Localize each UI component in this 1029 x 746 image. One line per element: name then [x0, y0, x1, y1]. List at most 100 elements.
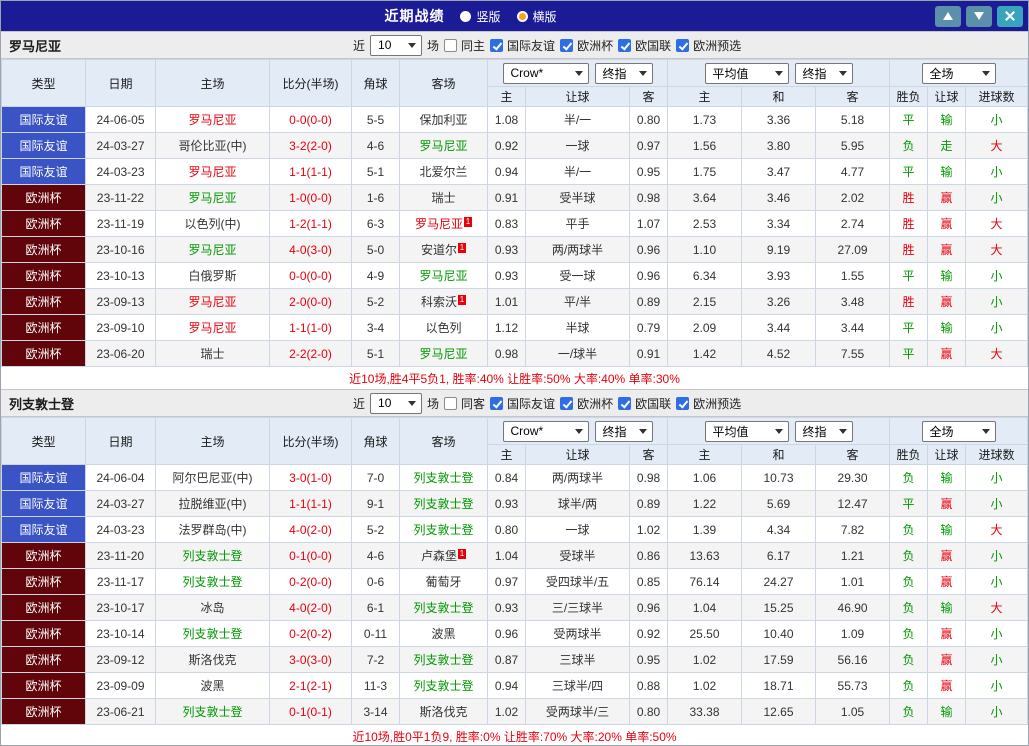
filter-qualifier-checkbox[interactable]: 欧洲预选: [676, 395, 741, 412]
score-cell: 4-0(3-0): [269, 236, 352, 263]
away-team-cell: 列支敦士登: [399, 594, 488, 621]
euro-away-odds-cell: 29.30: [815, 464, 891, 491]
date-cell: 23-10-16: [85, 236, 156, 263]
average-odds-select[interactable]: 平均值: [704, 420, 789, 442]
corners-cell: 3-14: [351, 698, 400, 725]
competition-cell: 欧洲杯: [1, 594, 86, 621]
score-cell: 3-0(3-0): [269, 646, 352, 673]
match-count-value: 10: [378, 38, 392, 52]
handicap-home-odds-cell: 0.84: [487, 464, 526, 491]
euro-home-odds-cell: 76.14: [667, 568, 743, 595]
red-card-badge: 1: [458, 243, 466, 253]
handicap-line-cell: 两/两球半: [525, 236, 630, 263]
chevron-down-icon: [774, 70, 783, 76]
euro-draw-odds-cell: 3.34: [741, 210, 817, 237]
match-count-select[interactable]: 10: [370, 34, 423, 56]
team-name: 葡萄牙: [425, 575, 462, 589]
home-team-cell: 瑞士: [155, 340, 270, 367]
competition-cell: 欧洲杯: [1, 210, 86, 237]
euro-home-odds-cell: 2.53: [667, 210, 743, 237]
score-cell: 0-1(0-1): [269, 698, 352, 725]
checkbox-label-text: 欧国联: [635, 38, 672, 53]
team-name: 列支敦士登: [182, 549, 243, 563]
goals-result-cell: 大: [965, 516, 1028, 543]
filter-qualifier-checkbox[interactable]: 欧洲预选: [676, 37, 741, 54]
scope-select[interactable]: 全场: [921, 420, 996, 442]
corners-cell: 5-2: [351, 516, 400, 543]
final-odds-select-2[interactable]: 终指: [794, 420, 853, 442]
goals-result-cell: 小: [965, 106, 1028, 133]
team-name: 北爱尔兰: [419, 165, 468, 179]
team-name: 科索沃: [420, 295, 457, 309]
team-name: 波黑: [431, 627, 456, 641]
euro-home-odds-cell: 1.22: [667, 490, 743, 517]
home-team-cell: 白俄罗斯: [155, 262, 270, 289]
handicap-line-cell: 三球半/四: [525, 672, 630, 699]
checkbox-label-text: 欧国联: [635, 396, 672, 411]
date-cell: 23-11-22: [85, 184, 156, 211]
competition-cell: 国际友谊: [1, 516, 86, 543]
filter-nationsleague-checkbox[interactable]: 欧国联: [618, 37, 671, 54]
layout-horizontal-radio[interactable]: 横版: [516, 8, 557, 25]
handicap-line-cell: 一球: [525, 132, 630, 159]
team-name: 列支敦士登: [413, 471, 474, 485]
corners-cell: 11-3: [351, 672, 400, 699]
handicap-line-cell: 三球半: [525, 646, 630, 673]
team-name: 罗马尼亚: [188, 295, 237, 309]
euro-draw-odds-cell: 6.17: [741, 542, 817, 569]
match-count-select[interactable]: 10: [370, 392, 423, 414]
final-odds-select[interactable]: 终指: [594, 420, 653, 442]
bookmaker-select-value: Crow*: [510, 424, 544, 438]
col-header-date: 日期: [85, 59, 156, 107]
score-cell: 0-2(0-0): [269, 568, 352, 595]
filter-eurocup-checkbox[interactable]: 欧洲杯: [560, 395, 613, 412]
sub-header-handicap-away: 客: [628, 86, 669, 107]
filter-eurocup-checkbox[interactable]: 欧洲杯: [560, 37, 613, 54]
euro-home-odds-cell: 2.09: [667, 314, 743, 341]
scope-select[interactable]: 全场: [921, 62, 996, 84]
bookmaker-select[interactable]: Crow*: [502, 62, 589, 84]
chevron-down-icon: [774, 428, 783, 434]
competition-cell: 欧洲杯: [1, 646, 86, 673]
euro-draw-odds-cell: 10.73: [741, 464, 817, 491]
sub-header-handicap-home: 主: [487, 444, 526, 465]
filter-friendly-checkbox[interactable]: 国际友谊: [490, 395, 555, 412]
bookmaker-select[interactable]: Crow*: [502, 420, 589, 442]
competition-cell: 国际友谊: [1, 464, 86, 491]
handicap-home-odds-cell: 0.93: [487, 236, 526, 263]
filter-nationsleague-checkbox[interactable]: 欧国联: [618, 395, 671, 412]
checkbox-icon: [444, 38, 458, 52]
match-row: 欧洲杯 23-06-20 瑞士 2-2(2-0) 5-1 罗马尼亚 0.98 一/球半 0.91…: [1, 340, 1028, 367]
away-team-cell: 波黑: [399, 620, 488, 647]
goals-result-cell: 小: [965, 542, 1028, 569]
filter-friendly-checkbox[interactable]: 国际友谊: [490, 37, 555, 54]
close-button[interactable]: [997, 5, 1023, 27]
result-cell: 平: [889, 490, 929, 517]
handicap-result-cell: 输: [927, 262, 967, 289]
handicap-away-odds-cell: 0.95: [628, 646, 669, 673]
chevron-down-icon: [981, 70, 990, 76]
home-team-cell: 罗马尼亚: [155, 106, 270, 133]
same-home-checkbox[interactable]: 同主: [444, 37, 485, 54]
competition-cell: 国际友谊: [1, 490, 86, 517]
final-odds-select-2[interactable]: 终指: [794, 62, 853, 84]
handicap-away-odds-cell: 0.89: [628, 490, 669, 517]
scroll-up-button[interactable]: [935, 5, 961, 27]
match-row: 欧洲杯 23-10-16 罗马尼亚 4-0(3-0) 5-0 安道尔 1 0.93 两/两球半 0…: [1, 236, 1028, 263]
team-name: 卢森堡: [420, 549, 457, 563]
average-odds-select[interactable]: 平均值: [704, 62, 789, 84]
away-team-cell: 斯洛伐克: [399, 698, 488, 725]
checkbox-checked-icon: [676, 38, 690, 52]
layout-vertical-radio[interactable]: 竖版: [460, 8, 501, 25]
section-header-team1: 罗马尼亚 近 10 场 同主 国际友谊 欧洲杯 欧国联 欧洲预选: [1, 31, 1028, 59]
handicap-away-odds-cell: 0.96: [628, 594, 669, 621]
same-away-checkbox[interactable]: 同客: [444, 395, 485, 412]
scroll-down-button[interactable]: [966, 5, 992, 27]
final-odds-select[interactable]: 终指: [594, 62, 653, 84]
handicap-away-odds-cell: 0.92: [628, 620, 669, 647]
handicap-away-odds-cell: 0.96: [628, 236, 669, 263]
handicap-home-odds-cell: 0.93: [487, 594, 526, 621]
corners-cell: 5-5: [351, 106, 400, 133]
handicap-line-cell: 一/球半: [525, 340, 630, 367]
checkbox-checked-icon: [618, 396, 632, 410]
